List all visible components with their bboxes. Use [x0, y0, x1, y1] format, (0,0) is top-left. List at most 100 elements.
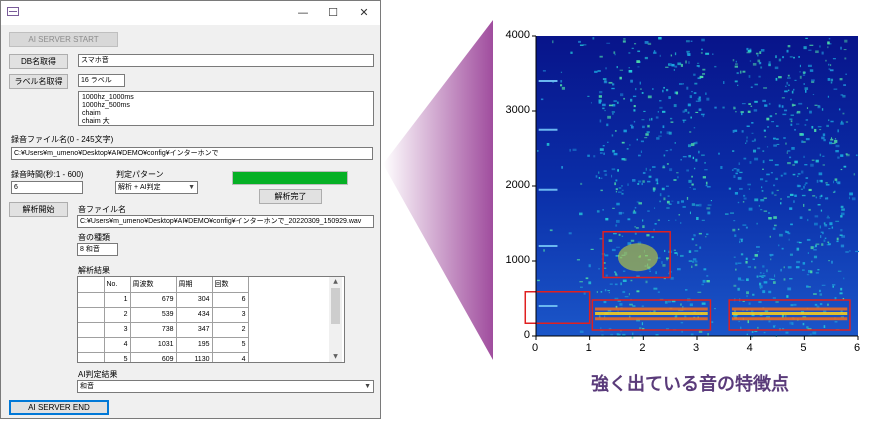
minimize-button[interactable]: —: [288, 4, 318, 22]
spectrogram-cell: [682, 110, 685, 113]
spectrogram-cell: [701, 283, 704, 286]
spectrogram-cell: [642, 225, 645, 229]
list-item[interactable]: chaim: [82, 110, 370, 118]
spectrogram-cell: [540, 98, 544, 101]
spectrogram-cell: [785, 85, 787, 88]
spectrogram-cell: [670, 121, 674, 123]
spectrogram-cell: [840, 244, 845, 248]
label-name-button[interactable]: ラベル名取得: [9, 74, 68, 89]
table-row[interactable]: 5 609 1130 4: [78, 352, 249, 362]
spectrogram-cell: [821, 243, 824, 246]
row-header-cell: [78, 277, 105, 293]
spectrogram-cell: [634, 232, 637, 235]
db-name-field[interactable]: スマホ音: [78, 54, 374, 67]
spectrogram-cell: [845, 251, 849, 253]
spectrogram-cell: [668, 63, 672, 67]
spectrogram-cell: [734, 192, 739, 195]
spectrogram-cell: [768, 290, 772, 294]
row-header-cell[interactable]: [78, 322, 105, 338]
spectrogram-cell: [695, 100, 700, 102]
spectrogram-cell: [655, 116, 659, 119]
judge-pattern-select[interactable]: 解析 + AI判定 ▼: [115, 181, 198, 194]
spectrogram-cell: [808, 188, 812, 192]
spectrogram-cell: [746, 291, 749, 295]
list-item[interactable]: chaim 大: [82, 118, 370, 126]
spectrogram-cell: [608, 239, 613, 242]
spectrogram-cell: [622, 212, 625, 214]
row-header-cell[interactable]: [78, 292, 105, 308]
table-row[interactable]: 3 738 347 2: [78, 322, 249, 338]
spectrogram-cell: [703, 268, 707, 271]
db-name-button[interactable]: DB名取得: [9, 54, 68, 69]
spectrogram-cell: [712, 53, 714, 55]
table-row[interactable]: 1 679 304 6: [78, 292, 249, 308]
spectrogram-cell: [824, 237, 827, 239]
spectrogram-cell: [814, 215, 819, 218]
row-header-cell[interactable]: [78, 307, 105, 323]
table-row[interactable]: 4 1031 195 5: [78, 337, 249, 353]
spectrogram-cell: [817, 204, 821, 206]
spectrogram-cell: [742, 201, 745, 203]
spectrogram-cell: [620, 282, 622, 286]
spectrogram-cell: [835, 149, 839, 153]
spectrogram-cell: [685, 40, 690, 43]
table-scrollbar[interactable]: ▲ ▼: [329, 277, 342, 362]
spectrogram-cell: [785, 231, 789, 233]
ai-server-end-button[interactable]: AI SERVER END: [9, 400, 109, 415]
row-header-cell[interactable]: [78, 352, 105, 362]
spectrogram-cell: [806, 107, 809, 109]
rec-time-input[interactable]: 6: [11, 181, 83, 194]
scroll-down-icon[interactable]: ▼: [329, 352, 342, 362]
spectrogram-cell: [749, 161, 752, 164]
maximize-button[interactable]: ☐: [318, 4, 348, 22]
spectrogram-cell: [754, 83, 758, 86]
spectrogram-cell: [714, 308, 716, 310]
spectrogram-cell: [806, 273, 810, 276]
spectrogram-cell: [663, 86, 665, 89]
spectrogram-band: [595, 317, 708, 321]
table-row[interactable]: 2 539 434 3: [78, 307, 249, 323]
analyze-start-button[interactable]: 解析開始: [9, 202, 68, 217]
spectrogram-cell: [773, 281, 776, 284]
spectrogram-cell: [611, 87, 615, 90]
spectrogram-cell: [616, 219, 620, 223]
table-header-row: No. 周波数 周期 回数: [78, 277, 249, 293]
filename-input[interactable]: C:¥Users¥m_umeno¥Desktop¥AI¥DEMO¥config¥…: [11, 147, 373, 160]
spectrogram-cell: [594, 70, 598, 73]
scroll-up-icon[interactable]: ▲: [329, 277, 342, 287]
spectrogram-cell: [761, 186, 763, 189]
list-item[interactable]: 1000hz_500ms: [82, 102, 370, 110]
ai-server-start-button[interactable]: AI SERVER START: [9, 32, 118, 47]
spectrogram-cell: [638, 154, 641, 157]
label-list[interactable]: 1000hz_1000ms 1000hz_500ms chaim chaim 大: [78, 91, 374, 126]
table-cell: 347: [176, 322, 213, 338]
spectrogram-cell: [658, 36, 662, 40]
spectrogram-cell: [845, 121, 849, 123]
spectrogram-cell: [592, 37, 595, 40]
spectrogram-cell: [762, 150, 765, 152]
spectrogram-cell: [701, 48, 703, 51]
spectrogram-cell: [816, 179, 819, 183]
spectrogram-cell: [644, 41, 649, 44]
spectrogram-cell: [773, 325, 775, 328]
spectrogram-cell: [615, 188, 618, 191]
spectrogram-cell: [752, 293, 755, 296]
scroll-thumb[interactable]: [331, 288, 340, 324]
spectrogram-cell: [823, 222, 826, 225]
result-table[interactable]: No. 周波数 周期 回数 1 679 304 6 2 539 434 3 3 …: [77, 276, 345, 363]
ai-result-select[interactable]: 和音 ▼: [77, 380, 374, 393]
analysis-done-button[interactable]: 解析完了: [259, 189, 322, 204]
spectrogram-cell: [616, 101, 619, 104]
spectrogram-cell: [588, 281, 592, 285]
list-item[interactable]: 1000hz_1000ms: [82, 94, 370, 102]
row-header-cell[interactable]: [78, 337, 105, 353]
spectrogram-cell: [688, 179, 692, 183]
spectrogram-cell: [645, 133, 649, 136]
spectrogram-cell: [600, 327, 602, 330]
spectrogram-cell: [614, 272, 617, 276]
spectrogram-cell: [746, 47, 749, 51]
close-button[interactable]: ✕: [349, 4, 379, 22]
spectrogram-cell: [813, 255, 818, 259]
x-tick-label: 2: [639, 342, 646, 354]
spectrogram-cell: [590, 248, 594, 250]
